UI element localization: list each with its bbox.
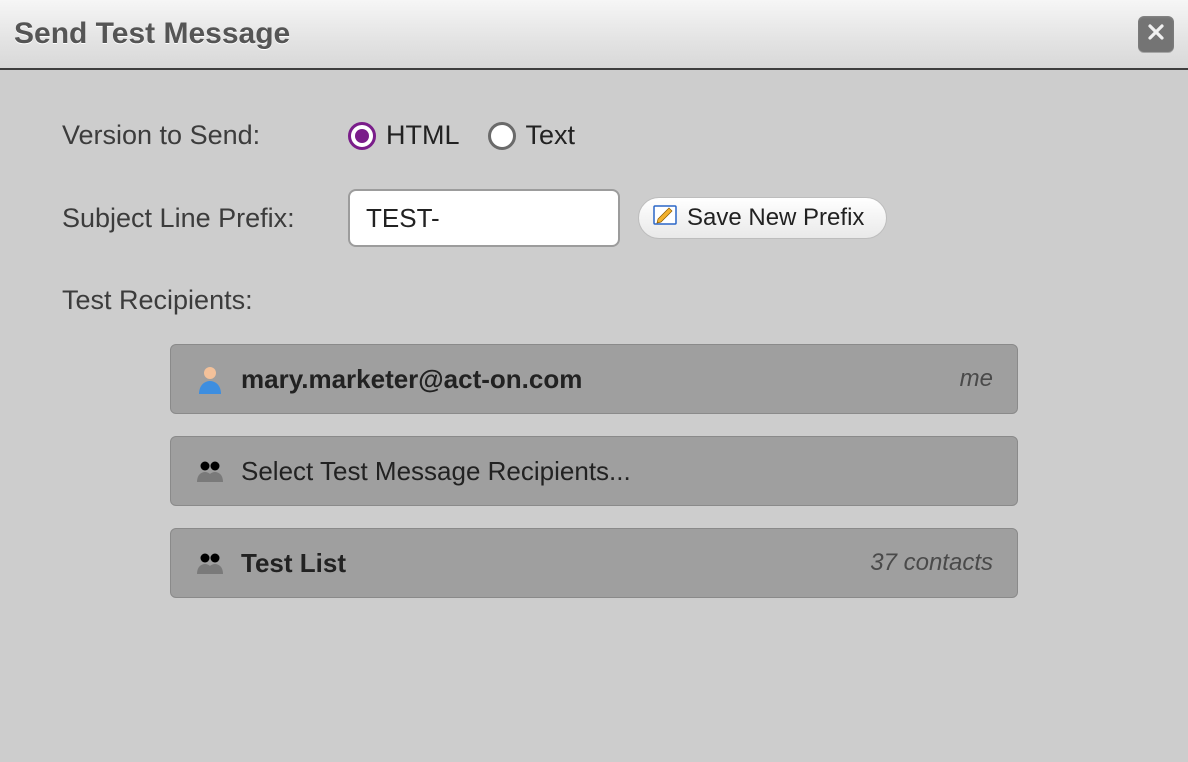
recipient-tag: me: [960, 365, 993, 393]
radio-html[interactable]: HTML: [348, 120, 460, 151]
radio-text[interactable]: Text: [488, 120, 576, 151]
radio-icon: [348, 122, 376, 150]
version-row: Version to Send: HTML Text: [62, 120, 1126, 151]
dialog-body: Version to Send: HTML Text Subject Line …: [0, 70, 1188, 598]
recipient-row[interactable]: Test List 37 contacts: [170, 528, 1018, 598]
version-radios: HTML Text: [348, 120, 575, 151]
edit-icon: [653, 204, 677, 232]
group-icon: [195, 456, 225, 486]
recipient-placeholder: Select Test Message Recipients...: [241, 456, 631, 487]
user-icon: [195, 364, 225, 394]
recipient-list-name: Test List: [241, 548, 346, 579]
close-icon: [1147, 23, 1165, 46]
dialog-title: Send Test Message: [14, 17, 290, 51]
recipients-list: mary.marketer@act-on.com me Select Test …: [62, 344, 1126, 598]
recipient-count: 37 contacts: [870, 549, 993, 577]
radio-icon: [488, 122, 516, 150]
prefix-row: Subject Line Prefix: Save New Prefix: [62, 189, 1126, 247]
recipient-row[interactable]: mary.marketer@act-on.com me: [170, 344, 1018, 414]
dialog-titlebar: Send Test Message: [0, 0, 1188, 70]
recipient-email: mary.marketer@act-on.com: [241, 364, 582, 395]
radio-label: Text: [526, 120, 576, 151]
send-test-dialog: Send Test Message Version to Send: HTML …: [0, 0, 1188, 762]
prefix-label: Subject Line Prefix:: [62, 203, 348, 234]
save-prefix-button[interactable]: Save New Prefix: [638, 197, 887, 239]
prefix-input[interactable]: [348, 189, 620, 247]
group-icon: [195, 548, 225, 578]
recipient-row[interactable]: Select Test Message Recipients...: [170, 436, 1018, 506]
radio-label: HTML: [386, 120, 460, 151]
save-prefix-label: Save New Prefix: [687, 204, 864, 232]
version-label: Version to Send:: [62, 120, 348, 151]
close-button[interactable]: [1138, 16, 1174, 52]
recipients-label: Test Recipients:: [62, 285, 1126, 316]
